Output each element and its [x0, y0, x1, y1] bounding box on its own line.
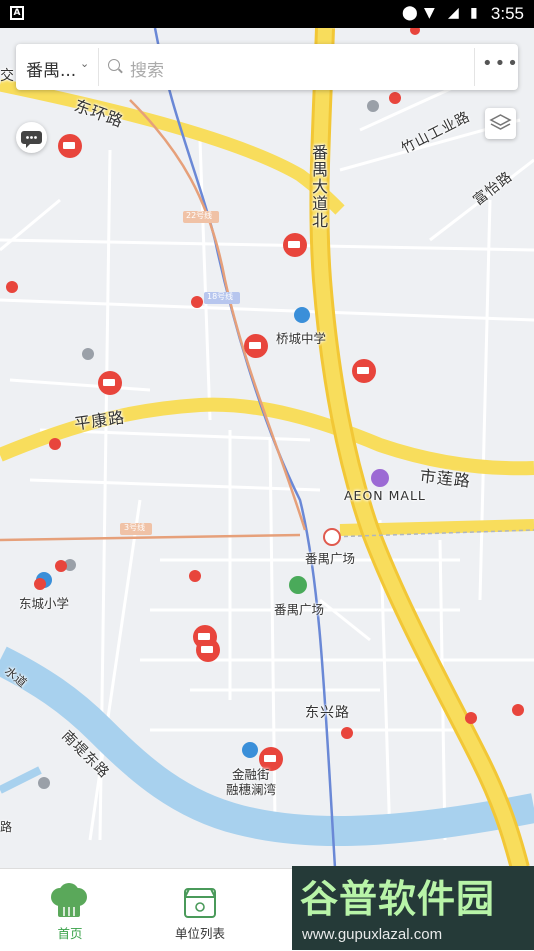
- road-label-lu-partial: 路: [0, 820, 13, 834]
- poi-label-rongsui-lanwan: 融穗澜湾: [226, 782, 277, 797]
- metro-badge-line3: 3号线: [124, 523, 146, 532]
- battery-icon: ▮: [470, 5, 478, 21]
- tab-home[interactable]: 首页: [0, 869, 140, 951]
- status-time: 3:55: [490, 4, 524, 23]
- search-divider: [98, 48, 99, 86]
- district-selector[interactable]: 番禺...: [26, 56, 76, 81]
- poi-label-qiaocheng-zhongxue: 桥城中学: [276, 331, 327, 346]
- road-label-panyu-dadao-bei: 番禺大道北: [309, 144, 328, 229]
- chat-bubble-icon: [21, 131, 42, 148]
- road-label-dongxing-lu: 东兴路: [305, 705, 350, 721]
- more-button[interactable]: •••: [482, 54, 518, 78]
- watermark-logo: 谷普软件园 www.gupuxlazal.com: [292, 866, 534, 950]
- map-view[interactable]: 东环路 番禺大道北 竹山工业路 富怡路 22号线 18号线 3号线 桥城中学 平…: [0, 28, 534, 868]
- status-bar: A ⬤ ▼ ◢ ▮ 3:55: [0, 0, 534, 28]
- search-icon: [108, 59, 120, 71]
- tab-unit-list[interactable]: 单位列表: [130, 869, 270, 951]
- layers-button[interactable]: [485, 108, 516, 139]
- metro-badge-line18: 18号线: [207, 292, 234, 301]
- watermark-url: www.gupuxlazal.com: [302, 926, 443, 943]
- poi-label-panyu-guangchang: 番禺广场: [274, 602, 325, 617]
- poi-label-jiao-partial: 交: [0, 68, 14, 84]
- search-input[interactable]: 搜索: [130, 56, 164, 81]
- metro-station-label-panyu-guangchang: 番禺广场: [305, 551, 356, 566]
- chef-hat-icon: [51, 883, 87, 917]
- chat-button[interactable]: [16, 122, 47, 153]
- tab-home-label: 首页: [57, 926, 83, 941]
- tab-unit-list-label: 单位列表: [174, 926, 225, 941]
- poi-label-dongcheng-xiaoxue: 东城小学: [19, 596, 70, 611]
- chevron-down-icon[interactable]: ⌄: [80, 57, 89, 70]
- watermark-title: 谷普软件园: [300, 877, 496, 921]
- location-icon: ⬤: [402, 5, 418, 21]
- search-bar: 番禺... ⌄ 搜索 •••: [16, 44, 518, 90]
- signal-icon: ◢: [448, 5, 459, 21]
- metro-badge-line22: 22号线: [186, 211, 213, 220]
- shop-list-icon: [184, 888, 216, 918]
- poi-label-aeon-mall: AEON MALL: [344, 488, 426, 503]
- layers-icon: [489, 114, 512, 130]
- app-notification-icon: A: [10, 6, 24, 20]
- more-divider: [474, 48, 475, 86]
- wifi-icon: ▼: [424, 5, 435, 21]
